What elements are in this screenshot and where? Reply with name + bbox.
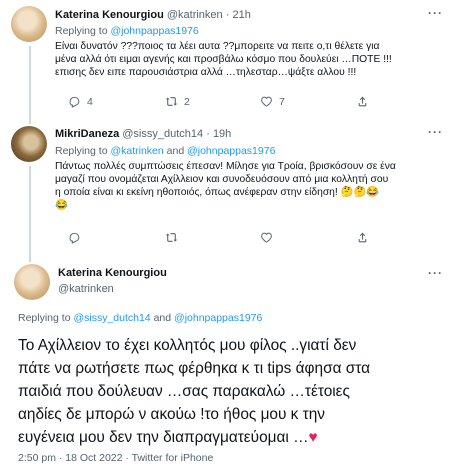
mention-link[interactable]: @katrinken — [110, 145, 163, 157]
display-name[interactable]: MikriDaneza — [55, 128, 119, 140]
like-icon — [261, 232, 272, 243]
heart-emoji: ♥ — [308, 429, 318, 446]
thread-line — [29, 118, 31, 124]
replying-and: and — [166, 145, 185, 157]
tweet-katrinken-1[interactable]: Katerina Kenourgiou @katrinken · 21h ···… — [0, 0, 459, 118]
like-icon — [261, 96, 272, 107]
tweet-header-handle: @katrinken — [58, 283, 114, 295]
tweet-text-line: Πάντως πολλές συμπτώσεις έπεσαν! Μίλησε … — [55, 161, 396, 172]
tweet-text: Είναι δυνατόν ???ποιος τα λέει αυτα ??μπ… — [55, 40, 392, 79]
more-icon[interactable]: ··· — [428, 6, 443, 20]
replying-label: Replying to — [55, 25, 108, 37]
like-button[interactable]: 7 — [260, 95, 356, 108]
avatar[interactable] — [11, 6, 47, 42]
more-icon[interactable]: ··· — [428, 125, 443, 139]
share-button[interactable] — [356, 95, 369, 108]
replying-to: Replying to @sissy_dutch14 and @johnpapp… — [18, 312, 262, 324]
tweet-text-line-last: ευγένεια μου δεν την διαπραγματεύομαι …♥ — [18, 426, 370, 449]
tweet-header: MikriDaneza @sissy_dutch14 · 19h — [55, 128, 231, 140]
tweet-sissy-dutch14[interactable]: MikriDaneza @sissy_dutch14 · 19h ··· Rep… — [0, 118, 459, 256]
display-name[interactable]: Katerina Kenourgiou — [55, 9, 164, 21]
tweet-text-line: η οποία είναι κι εκείνη ηθοποιός, όπως α… — [55, 187, 380, 198]
thread-line — [29, 46, 31, 118]
mention-link[interactable]: @johnpappas1976 — [187, 145, 275, 157]
tweet-text-line: πάτε να ρωτήσετε πως φέρθηκα κ τι tips ά… — [18, 360, 371, 377]
replying-and: and — [153, 312, 172, 324]
separator: · — [206, 128, 210, 140]
share-button[interactable] — [356, 231, 369, 244]
tweet-text-line: μένα αλλά ότι ειμαι αγενής και προσβάλω … — [55, 54, 392, 65]
timestamp[interactable]: 19h — [213, 128, 231, 140]
retweet-count: 2 — [184, 95, 190, 108]
tweet-text-line: αηδίες δε μπορώ ν ακούω !το ήθος μου κ τ… — [18, 406, 325, 423]
like-count: 7 — [279, 95, 285, 108]
thread-line — [29, 256, 31, 262]
reply-count: 4 — [87, 95, 93, 108]
tweet-text-line: Το Αχίλλειον το έχει κολλητός μου φίλος … — [18, 337, 357, 354]
user-handle[interactable]: @katrinken — [167, 9, 223, 21]
tweet-text-line: 😂 — [55, 200, 68, 211]
reply-button[interactable]: 4 — [68, 95, 165, 108]
reply-button[interactable] — [68, 231, 165, 244]
mention-link[interactable]: @johnpappas1976 — [110, 25, 198, 37]
like-button[interactable] — [260, 231, 356, 244]
retweet-button[interactable] — [165, 231, 260, 244]
tweet-header: Katerina Kenourgiou — [58, 267, 167, 279]
reply-icon — [69, 96, 80, 108]
share-icon — [358, 96, 367, 107]
tweet-actions — [68, 231, 369, 244]
display-name[interactable]: Katerina Kenourgiou — [58, 267, 167, 279]
replying-label: Replying to — [55, 145, 108, 157]
separator: · — [225, 9, 230, 21]
tweet-text-line: ευγένεια μου δεν την διαπραγματεύομαι … — [18, 429, 309, 446]
tweet-text-line: Είναι δυνατόν ???ποιος τα λέει αυτα ??μπ… — [55, 41, 380, 52]
tweet-text-line: παιδιά που δούλευαν …σας παρακαλώ …τέτοι… — [18, 383, 350, 400]
more-icon[interactable]: ··· — [428, 266, 443, 280]
retweet-button[interactable]: 2 — [165, 95, 260, 108]
mention-link[interactable]: @sissy_dutch14 — [73, 312, 150, 324]
share-icon — [358, 232, 367, 243]
reply-icon — [69, 232, 80, 244]
avatar[interactable] — [11, 126, 47, 162]
tweet-actions: 4 2 7 — [68, 95, 369, 108]
user-handle[interactable]: @sissy_dutch14 — [122, 128, 203, 140]
tweet-text: Το Αχίλλειον το έχει κολλητός μου φίλος … — [18, 334, 370, 449]
avatar[interactable] — [14, 264, 50, 300]
tweet-text-line: μαγαζί που ονομάζεται Αχίλλειον και συνο… — [55, 174, 389, 185]
mention-link[interactable]: @johnpappas1976 — [174, 312, 262, 324]
user-handle[interactable]: @katrinken — [58, 283, 114, 295]
thread-line — [29, 166, 31, 256]
retweet-icon — [165, 97, 178, 106]
timestamp[interactable]: 21h — [232, 9, 250, 21]
replying-to: Replying to @johnpappas1976 — [55, 25, 199, 37]
retweet-icon — [165, 233, 178, 242]
tweet-header: Katerina Kenourgiou @katrinken · 21h — [55, 9, 251, 21]
replying-label: Replying to — [18, 312, 71, 324]
tweet-text: Πάντως πολλές συμπτώσεις έπεσαν! Μίλησε … — [55, 160, 396, 212]
replying-to: Replying to @katrinken and @johnpappas19… — [55, 145, 275, 157]
tweet-text-line: επισης δεν ειπε παρουσιάστρια αλλά …τηλε… — [55, 67, 357, 78]
tweet-meta[interactable]: 2:50 pm · 18 Oct 2022 · Twitter for iPho… — [18, 452, 213, 464]
